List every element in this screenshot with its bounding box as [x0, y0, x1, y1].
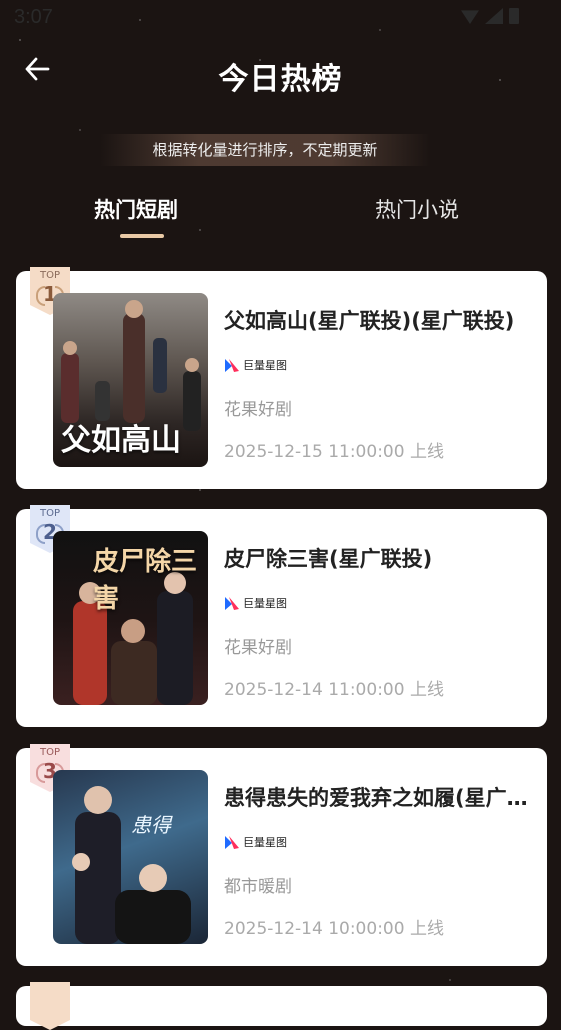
- status-icons: [461, 8, 519, 24]
- ranking-card[interactable]: TOP 3 患得 患得患失的爱我弃之如履(星广联投) 巨量星图 都市暖剧 202…: [16, 744, 547, 966]
- signal-icon: [485, 8, 503, 24]
- ranking-card[interactable]: TOP 1 父如高山 父如高山(星广联投)(星广联投) 巨量星图 花果好剧 20…: [16, 267, 547, 489]
- drama-title: 皮尸除三害(星广联投): [224, 547, 433, 571]
- tab-hot-novels[interactable]: 热门小说: [375, 194, 459, 224]
- svg-text:患得: 患得: [131, 813, 173, 837]
- genre-label: 花果好剧: [224, 400, 292, 420]
- poster-title: 皮尸除三害: [93, 547, 198, 614]
- release-date: 2025-12-14 11:00:00 上线: [224, 680, 444, 700]
- xingtu-logo-icon: [225, 359, 239, 372]
- status-bar: 3:07: [0, 0, 561, 36]
- xingtu-logo-icon: [225, 597, 239, 610]
- tab-hot-dramas[interactable]: 热门短剧: [94, 194, 178, 224]
- tab-bar: 热门短剧 热门小说: [0, 194, 561, 244]
- drama-title: 患得患失的爱我弃之如履(星广联投): [224, 786, 534, 810]
- genre-label: 都市暖剧: [224, 877, 292, 897]
- drama-poster[interactable]: 患得: [53, 770, 208, 944]
- drama-title: 父如高山(星广联投)(星广联投): [224, 309, 515, 333]
- brand-label: 巨量星图: [224, 357, 287, 373]
- wifi-icon: [461, 10, 479, 24]
- poster-title: 父如高山: [61, 423, 181, 458]
- release-date: 2025-12-14 10:00:00 上线: [224, 919, 444, 939]
- brand-label: 巨量星图: [224, 595, 287, 611]
- active-tab-indicator: [120, 234, 164, 238]
- brand-label: 巨量星图: [224, 834, 287, 850]
- drama-poster[interactable]: 父如高山: [53, 293, 208, 467]
- release-date: 2025-12-15 11:00:00 上线: [224, 442, 444, 462]
- genre-label: 花果好剧: [224, 638, 292, 658]
- ranking-card[interactable]: TOP 2 皮尸除三害 皮尸除三害(星广联投) 巨量星图 花果好剧 2025-1…: [16, 505, 547, 727]
- page-subtitle: 根据转化量进行排序，不定期更新: [100, 134, 430, 166]
- status-time: 3:07: [14, 6, 53, 28]
- xingtu-logo-icon: [225, 836, 239, 849]
- drama-poster[interactable]: 皮尸除三害: [53, 531, 208, 705]
- battery-icon: [509, 8, 519, 24]
- page-title: 今日热榜: [218, 62, 343, 97]
- ranking-card[interactable]: [16, 982, 547, 1030]
- rank-badge: [30, 982, 70, 1030]
